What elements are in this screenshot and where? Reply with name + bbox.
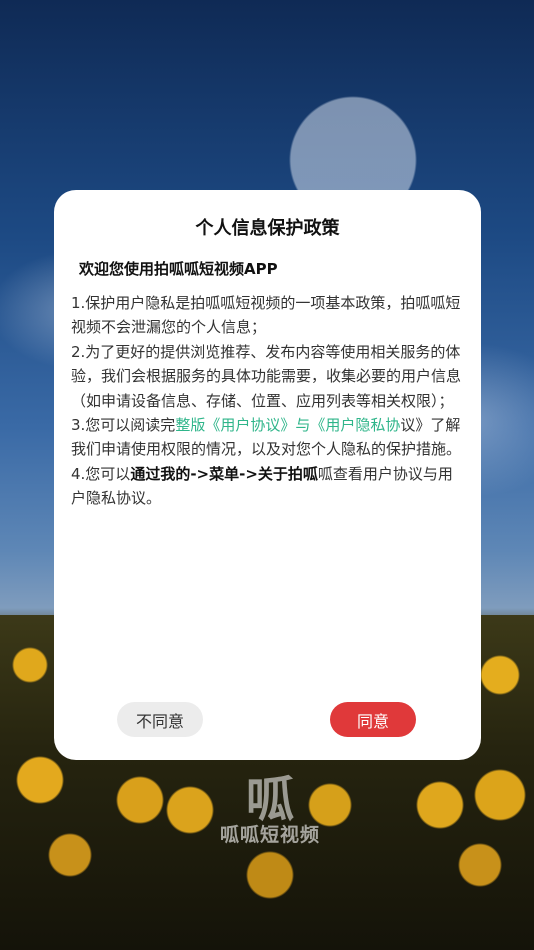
policy-item-4: 4.您可以通过我的->菜单->关于拍呱呱查看用户协议与用户隐私协议。	[71, 462, 465, 511]
dialog-title: 个人信息保护政策	[195, 218, 340, 239]
app-logo-text: 呱呱短视频	[219, 824, 320, 846]
agreement-link[interactable]: 整版《用户协议》与《用户隐私协	[175, 416, 400, 434]
policy-item-1: 1.保护用户隐私是拍呱呱短视频的一项基本政策，拍呱呱短视频不会泄漏您的个人信息；	[71, 294, 461, 337]
menu-path-text: 通过我的->菜单->关于拍呱	[130, 464, 318, 483]
policy-item-3: 3.您可以阅读完整版《用户协议》与《用户隐私协议》了解我们申请使用权限的情况，以…	[71, 413, 465, 462]
policy-item-2: 2.为了更好的提供浏览推荐、发布内容等使用相关服务的体验，我们会根据服务的具体功…	[71, 342, 462, 410]
disagree-button[interactable]: 不同意	[117, 702, 203, 737]
policy-item-4-prefix: 4.您可以	[71, 464, 131, 483]
policy-body: 1.保护用户隐私是拍呱呱短视频的一项基本政策，拍呱呱短视频不会泄漏您的个人信息；…	[71, 291, 465, 511]
welcome-text: 欢迎您使用拍呱呱短视频APP	[79, 260, 278, 278]
agree-button[interactable]: 同意	[330, 702, 416, 737]
privacy-policy-dialog: 个人信息保护政策 欢迎您使用拍呱呱短视频APP 1.保护用户隐私是拍呱呱短视频的…	[54, 190, 481, 760]
policy-item-3-prefix: 3.您可以阅读完	[71, 416, 176, 435]
